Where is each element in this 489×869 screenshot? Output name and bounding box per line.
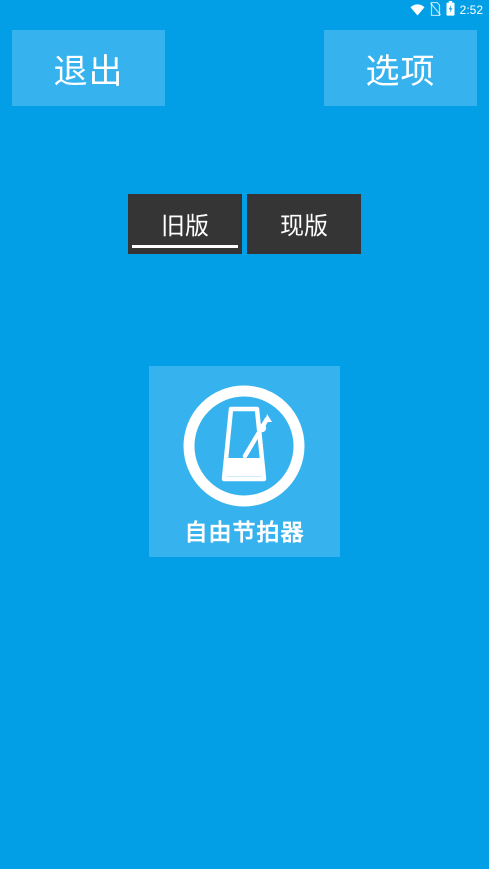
battery-icon <box>446 0 455 20</box>
tab-current-version-label: 现版 <box>280 211 328 240</box>
no-sim-icon <box>429 1 441 20</box>
tab-current-version[interactable]: 现版 <box>247 194 361 254</box>
wifi-icon <box>410 1 425 20</box>
options-button[interactable]: 选项 <box>324 30 477 106</box>
free-metronome-tile[interactable]: 自由节拍器 <box>149 366 340 557</box>
tab-old-version-label: 旧版 <box>161 211 209 240</box>
tab-selected-indicator <box>132 245 238 248</box>
metronome-icon <box>183 385 305 507</box>
exit-button[interactable]: 退出 <box>12 30 165 106</box>
status-time: 2:52 <box>459 3 483 17</box>
status-icons: 2:52 <box>410 0 483 20</box>
free-metronome-label: 自由节拍器 <box>184 520 305 546</box>
status-bar: 2:52 <box>0 0 489 20</box>
tab-old-version[interactable]: 旧版 <box>128 194 242 254</box>
